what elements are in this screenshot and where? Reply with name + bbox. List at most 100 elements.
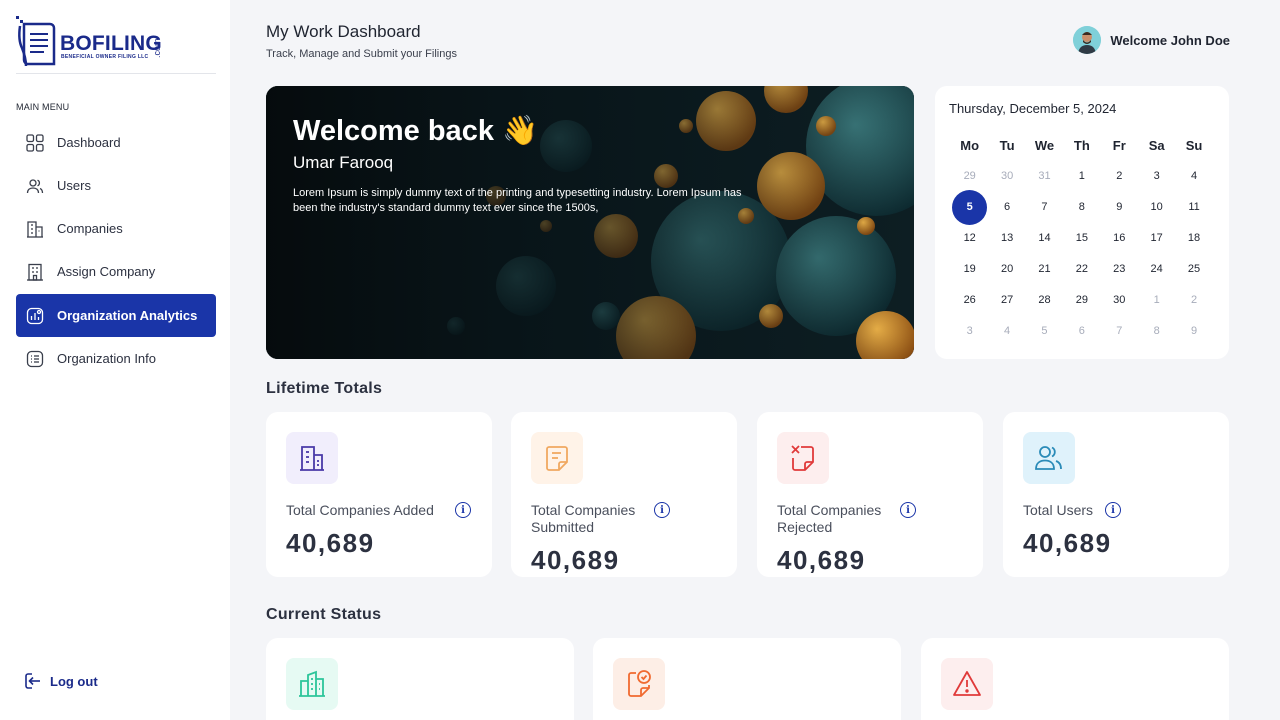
calendar-day[interactable]: 15 <box>1063 223 1100 254</box>
calendar-week-row: 29 30 31 1 2 3 4 <box>951 161 1213 192</box>
calendar-day-number: 3 <box>966 325 973 337</box>
calendar-day[interactable]: 30 <box>988 161 1025 192</box>
calendar-day[interactable]: 14 <box>1026 223 1063 254</box>
calendar-day[interactable]: 1 <box>1063 161 1100 192</box>
calendar-day[interactable]: 3 <box>1138 161 1175 192</box>
user-menu[interactable]: Welcome John Doe <box>1073 26 1230 54</box>
brand-logo[interactable]: BOFILING .com BENEFICIAL OWNER FILING LL… <box>16 16 216 74</box>
calendar-day[interactable]: 28 <box>1026 285 1063 316</box>
sidebar-item-dashboard[interactable]: Dashboard <box>16 121 216 164</box>
calendar-day-number: 12 <box>963 232 976 244</box>
calendar-week-row: 19 20 21 22 23 24 25 <box>951 254 1213 285</box>
calendar-day-number: 27 <box>1000 294 1014 306</box>
info-icon[interactable]: i <box>900 502 916 518</box>
calendar-day[interactable]: 12 <box>951 223 988 254</box>
current-status-title: Current Status <box>266 606 382 623</box>
calendar-day-number: 24 <box>1150 263 1163 275</box>
calendar-day[interactable]: 17 <box>1138 223 1175 254</box>
calendar-day[interactable]: 7 <box>1101 316 1138 347</box>
calendar-day[interactable]: 27 <box>988 285 1025 316</box>
calendar-day-number: 2 <box>1190 294 1198 306</box>
calendar-day-number: 4 <box>1004 325 1011 337</box>
calendar-day[interactable]: 16 <box>1101 223 1138 254</box>
welcome-label: Welcome John Doe <box>1110 32 1230 48</box>
calendar-day[interactable]: 8 <box>1063 192 1100 223</box>
calendar-day[interactable]: 10 <box>1138 192 1175 223</box>
logout-button[interactable]: Log out <box>24 672 98 690</box>
info-icon[interactable]: i <box>1105 502 1121 518</box>
calendar-day[interactable]: 13 <box>988 223 1025 254</box>
warning-icon <box>941 658 993 710</box>
calendar-day-number: 7 <box>1041 201 1048 213</box>
weekday-label: Mo <box>960 138 980 153</box>
calendar-day[interactable]: 29 <box>1063 285 1100 316</box>
sidebar-item-organization-analytics[interactable]: Organization Analytics <box>16 294 216 337</box>
sidebar-item-companies[interactable]: Companies <box>16 207 216 250</box>
stat-label: Total Companies Added <box>286 502 434 518</box>
info-icon[interactable]: i <box>654 502 670 518</box>
calendar-day-number: 1 <box>1078 170 1085 182</box>
calendar-day[interactable]: 30 <box>1101 285 1138 316</box>
calendar-day[interactable]: 6 <box>1063 316 1100 347</box>
calendar-day[interactable]: 26 <box>951 285 988 316</box>
calendar-day-number: 29 <box>963 170 976 182</box>
building-icon <box>286 432 338 484</box>
calendar-day[interactable]: 7 <box>1026 192 1063 223</box>
calendar-day-number: 15 <box>1075 232 1088 244</box>
calendar-day-number: 11 <box>1188 201 1200 213</box>
calendar-day-number: 8 <box>1078 201 1085 213</box>
calendar-day[interactable]: 9 <box>1175 316 1212 347</box>
calendar-day[interactable]: 20 <box>988 254 1025 285</box>
logout-icon <box>25 673 40 689</box>
calendar-day[interactable]: 22 <box>1063 254 1100 285</box>
calendar-day[interactable]: 31 <box>1026 161 1063 192</box>
calendar-grid: Mo Tu We Th Fr Sa Su 29 30 31 1 2 3 4 5 6 7 8 9 10 11… <box>951 130 1213 347</box>
users-icon <box>1023 432 1075 484</box>
calendar-day[interactable]: 2 <box>1101 161 1138 192</box>
calendar-day[interactable]: 19 <box>951 254 988 285</box>
calendar-day-selected[interactable]: 5 <box>951 190 988 225</box>
approved-document-icon <box>613 658 665 710</box>
calendar-day-number: 8 <box>1153 325 1160 337</box>
calendar-day[interactable]: 6 <box>988 192 1025 223</box>
calendar-day-number: 28 <box>1038 294 1051 306</box>
calendar-day-number: 5 <box>952 190 988 225</box>
calendar-day-number: 20 <box>1000 263 1014 275</box>
stat-value: 40,689 <box>286 528 375 558</box>
brand-tagline: BENEFICIAL OWNER FILING LLC <box>61 54 149 60</box>
stat-card-companies-rejected: Total Companies Rejected i 40,689 <box>757 412 983 577</box>
calendar-week-row: 12 13 14 15 16 17 18 <box>951 223 1213 254</box>
calendar-day-number: 14 <box>1038 232 1051 244</box>
calendar-day-number: 21 <box>1038 263 1051 275</box>
calendar-day[interactable]: 4 <box>988 316 1025 347</box>
calendar-day[interactable]: 1 <box>1138 285 1175 316</box>
calendar-day[interactable]: 11 <box>1175 192 1212 223</box>
calendar-day[interactable]: 4 <box>1175 161 1212 192</box>
calendar-day[interactable]: 3 <box>951 316 988 347</box>
calendar-day-number: 9 <box>1116 201 1123 213</box>
sidebar-item-organization-info[interactable]: Organization Info <box>16 337 216 380</box>
calendar-day-number: 2 <box>1116 170 1123 182</box>
calendar-week-row: 5 6 7 8 9 10 11 <box>951 190 1213 225</box>
calendar-day[interactable]: 5 <box>1026 316 1063 347</box>
calendar-day[interactable]: 25 <box>1175 254 1212 285</box>
calendar-day-number: 3 <box>1153 170 1160 182</box>
calendar-day[interactable]: 23 <box>1101 254 1138 285</box>
analytics-icon <box>26 307 44 325</box>
brand-suffix: .com <box>152 38 162 58</box>
calendar-day[interactable]: 24 <box>1138 254 1175 285</box>
sidebar-item-label: Companies <box>57 221 123 236</box>
sidebar-item-assign-company[interactable]: Assign Company <box>16 250 216 293</box>
calendar-day[interactable]: 29 <box>951 161 988 192</box>
calendar-day[interactable]: 8 <box>1138 316 1175 347</box>
brand-name: BOFILING <box>60 32 162 55</box>
calendar-day[interactable]: 21 <box>1026 254 1063 285</box>
calendar-day[interactable]: 9 <box>1101 192 1138 223</box>
calendar-day-number: 22 <box>1075 263 1088 275</box>
calendar-day[interactable]: 2 <box>1175 285 1212 316</box>
calendar-day-number: 30 <box>1113 294 1126 306</box>
sidebar-item-label: Organization Info <box>57 351 157 366</box>
info-icon[interactable]: i <box>455 502 471 518</box>
calendar-day[interactable]: 18 <box>1175 223 1212 254</box>
sidebar-item-users[interactable]: Users <box>16 164 216 207</box>
